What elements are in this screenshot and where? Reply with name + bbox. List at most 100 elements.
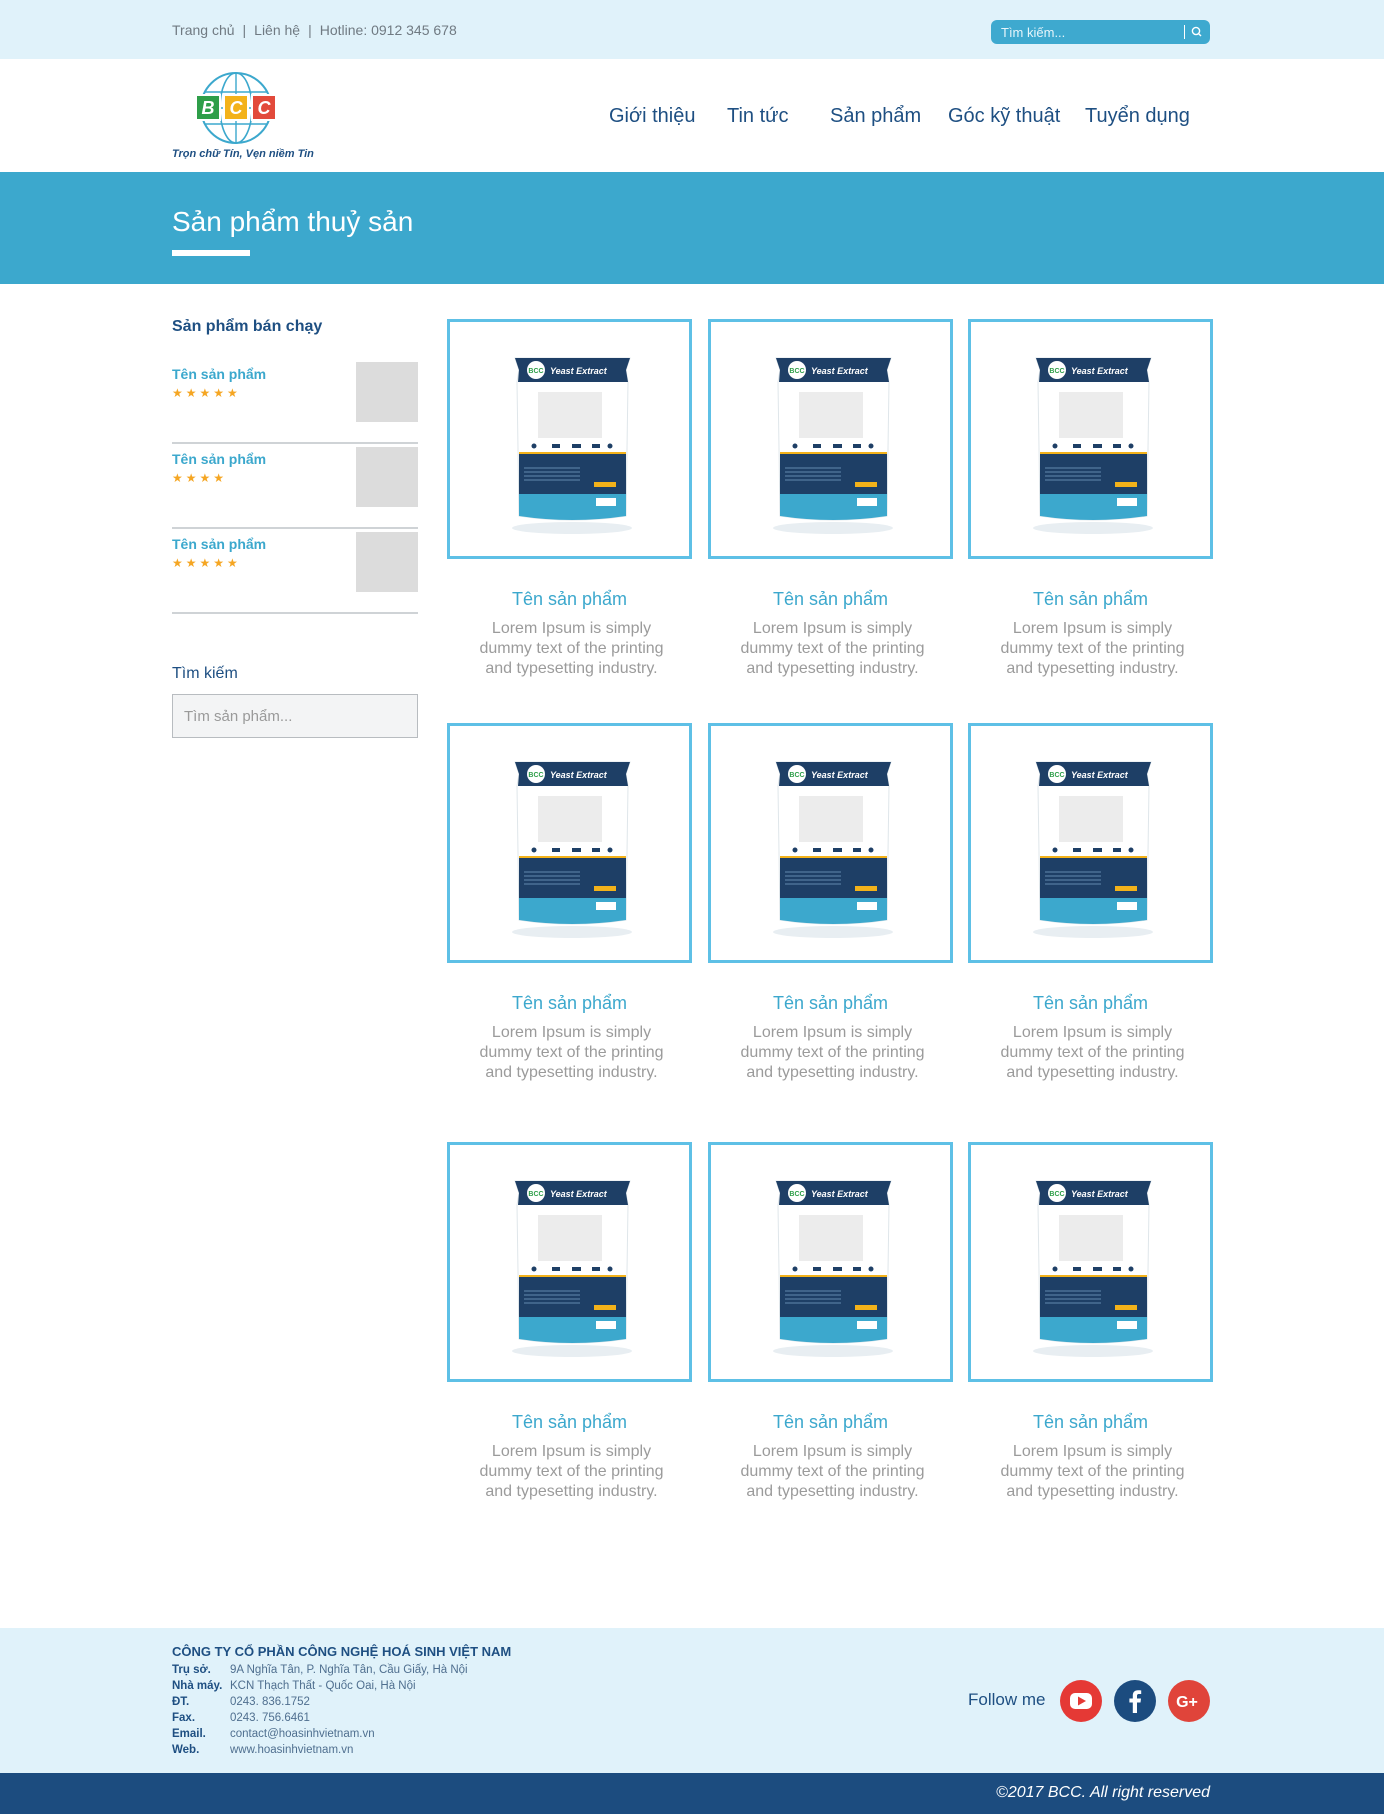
product-image[interactable]: BCC Yeast Extract: [708, 319, 953, 559]
package-label: Yeast Extract: [1071, 366, 1129, 376]
product-name[interactable]: Tên sản phẩm: [948, 589, 1233, 610]
nav-goc-ky-thuat[interactable]: Góc kỹ thuật: [948, 105, 1060, 128]
copyright-text: ©2017 BCC. All right reserved: [996, 1784, 1210, 1801]
page-title: Sản phẩm thuỷ sản: [172, 206, 414, 237]
bestseller-name[interactable]: Tên sản phẩm: [172, 536, 266, 552]
product-description: Lorem Ipsum is simply dummy text of the …: [740, 620, 925, 677]
package-label: Yeast Extract: [550, 770, 608, 780]
yeast-extract-package-icon: BCC Yeast Extract: [773, 1180, 893, 1357]
product-image[interactable]: BCC Yeast Extract: [447, 1142, 692, 1382]
product-name[interactable]: Tên sản phẩm: [948, 1412, 1233, 1433]
product-description: Lorem Ipsum is simply dummy text of the …: [479, 620, 664, 677]
sidebar-search-label: Tìm kiếm: [172, 665, 238, 682]
footer-value: 0243. 836.1752: [230, 1696, 310, 1708]
package-brand: BCC: [789, 772, 804, 779]
product-name[interactable]: Tên sản phẩm: [688, 589, 973, 610]
product-name[interactable]: Tên sản phẩm: [427, 589, 712, 610]
package-brand: BCC: [1049, 1191, 1064, 1198]
product-name[interactable]: Tên sản phẩm: [688, 993, 973, 1014]
youtube-icon[interactable]: [1060, 1680, 1102, 1722]
bestseller-thumbnail[interactable]: [356, 362, 418, 422]
top-search-input[interactable]: [1001, 23, 1176, 41]
footer-key: Fax.: [172, 1712, 196, 1724]
yeast-extract-package-icon: BCC Yeast Extract: [1033, 357, 1153, 534]
bestseller-item[interactable]: Tên sản phẩm ★★★★: [172, 445, 418, 529]
product-name[interactable]: Tên sản phẩm: [427, 993, 712, 1014]
bestseller-item[interactable]: Tên sản phẩm ★★★★★: [172, 360, 418, 444]
yeast-extract-package-icon: BCC Yeast Extract: [512, 357, 632, 534]
yeast-extract-package-icon: BCC Yeast Extract: [512, 761, 632, 938]
top-search-box: [991, 20, 1210, 44]
separator: |: [242, 22, 247, 38]
google-plus-icon[interactable]: G+: [1168, 1680, 1210, 1722]
product-image[interactable]: BCC Yeast Extract: [968, 319, 1213, 559]
nav-tuyen-dung[interactable]: Tuyển dụng: [1085, 105, 1190, 128]
yeast-extract-package-icon: BCC Yeast Extract: [1033, 761, 1153, 938]
nav-san-pham[interactable]: Sản phẩm: [830, 105, 921, 128]
hotline-text: Hotline: 0912 345 678: [319, 22, 457, 38]
bestseller-name[interactable]: Tên sản phẩm: [172, 451, 266, 467]
footer-value: KCN Thạch Thất - Quốc Oai, Hà Nội: [230, 1680, 416, 1692]
product-image[interactable]: BCC Yeast Extract: [708, 723, 953, 963]
bestseller-name[interactable]: Tên sản phẩm: [172, 366, 266, 382]
search-icon[interactable]: [1188, 23, 1206, 41]
product-search-input[interactable]: [172, 694, 418, 738]
product-description: Lorem Ipsum is simply dummy text of the …: [479, 1443, 664, 1500]
package-brand: BCC: [789, 1191, 804, 1198]
package-label: Yeast Extract: [1071, 1189, 1129, 1199]
product-image[interactable]: BCC Yeast Extract: [968, 1142, 1213, 1382]
bestseller-thumbnail[interactable]: [356, 447, 418, 507]
product-name[interactable]: Tên sản phẩm: [688, 1412, 973, 1433]
footer-email-link[interactable]: contact@hoasinhvietnam.vn: [230, 1728, 375, 1740]
bestseller-item[interactable]: Tên sản phẩm ★★★★★: [172, 530, 418, 614]
yeast-extract-package-icon: BCC Yeast Extract: [773, 357, 893, 534]
separator: |: [308, 22, 312, 38]
product-description: Lorem Ipsum is simply dummy text of the …: [1000, 1024, 1185, 1081]
footer-web-link[interactable]: www.hoasinhvietnam.vn: [230, 1744, 353, 1756]
product-description: Lorem Ipsum is simply dummy text of the …: [1000, 1443, 1185, 1500]
package-brand: BCC: [528, 368, 543, 375]
top-bar: Trang chủ | Liên hệ | Hotline: 0912 345 678: [0, 0, 1384, 59]
divider: [1184, 25, 1185, 39]
facebook-icon[interactable]: [1114, 1680, 1156, 1722]
home-link[interactable]: Trang chủ: [172, 22, 235, 38]
star-rating: ★★★★: [172, 471, 228, 485]
footer-key: Web.: [172, 1744, 200, 1756]
follow-label: Follow me: [968, 1690, 1046, 1709]
bestseller-thumbnail[interactable]: [356, 532, 418, 592]
package-brand: BCC: [528, 1191, 543, 1198]
footer-key: Trụ sở.: [172, 1664, 211, 1676]
slogan: Trọn chữ Tín, Vẹn niềm Tin: [172, 148, 314, 160]
nav-gioi-thieu[interactable]: Giới thiệu: [609, 105, 695, 128]
nav-tin-tuc[interactable]: Tin tức: [727, 105, 789, 128]
copyright-bar: ©2017 BCC. All right reserved: [0, 1773, 1384, 1814]
product-image[interactable]: BCC Yeast Extract: [447, 319, 692, 559]
footer-key: Email.: [172, 1728, 206, 1740]
top-links: Trang chủ | Liên hệ | Hotline: 0912 345 678: [172, 22, 457, 38]
footer-key: ĐT.: [172, 1696, 190, 1708]
product-name[interactable]: Tên sản phẩm: [427, 1412, 712, 1433]
yeast-extract-package-icon: BCC Yeast Extract: [512, 1180, 632, 1357]
page-banner: Sản phẩm thuỷ sản: [0, 172, 1384, 284]
star-rating: ★★★★★: [172, 556, 241, 570]
footer-value: 9A Nghĩa Tân, P. Nghĩa Tân, Cầu Giấy, Hà…: [230, 1664, 468, 1676]
package-brand: BCC: [528, 772, 543, 779]
package-label: Yeast Extract: [811, 770, 869, 780]
product-image[interactable]: BCC Yeast Extract: [968, 723, 1213, 963]
product-description: Lorem Ipsum is simply dummy text of the …: [1000, 620, 1185, 677]
product-description: Lorem Ipsum is simply dummy text of the …: [479, 1024, 664, 1081]
product-image[interactable]: BCC Yeast Extract: [447, 723, 692, 963]
contact-link[interactable]: Liên hệ: [254, 22, 300, 38]
main-nav: Giới thiệu Tin tức Sản phẩm Góc kỹ thuật…: [0, 105, 1384, 131]
package-brand: BCC: [1049, 368, 1064, 375]
product-description: Lorem Ipsum is simply dummy text of the …: [740, 1024, 925, 1081]
title-underline: [172, 250, 250, 256]
product-image[interactable]: BCC Yeast Extract: [708, 1142, 953, 1382]
company-name: CÔNG TY CỔ PHẦN CÔNG NGHỆ HOÁ SINH VIỆT …: [172, 1644, 512, 1659]
svg-text:G+: G+: [1176, 1694, 1198, 1711]
yeast-extract-package-icon: BCC Yeast Extract: [1033, 1180, 1153, 1357]
footer: CÔNG TY CỔ PHẦN CÔNG NGHỆ HOÁ SINH VIỆT …: [0, 1628, 1384, 1773]
package-label: Yeast Extract: [550, 366, 608, 376]
product-name[interactable]: Tên sản phẩm: [948, 993, 1233, 1014]
package-brand: BCC: [1049, 772, 1064, 779]
